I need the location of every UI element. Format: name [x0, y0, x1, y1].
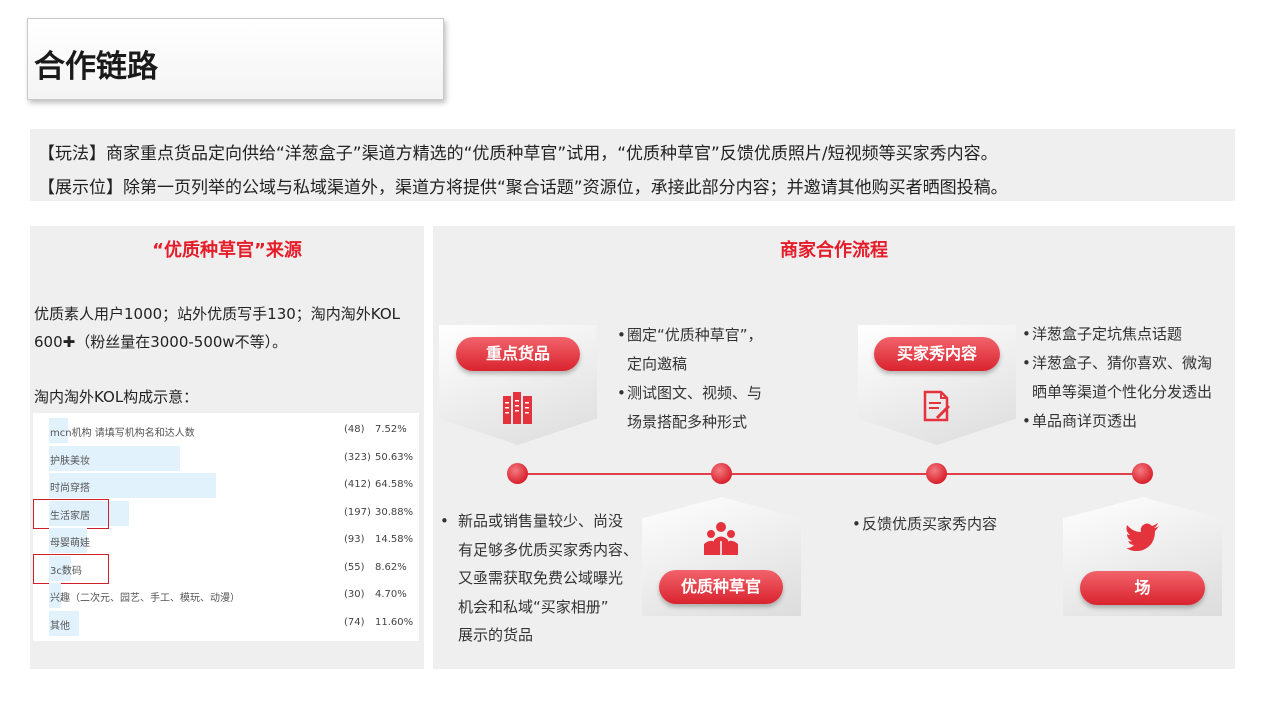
note-line: 展示的货品	[458, 626, 534, 644]
description-line-placement: 【展示位】除第一页列举的公域与私域渠道外，渠道方将提供“聚合话题”资源位，承接此…	[38, 178, 1008, 198]
kol-count: (197)	[344, 506, 371, 518]
feedback-notes: •反馈优质买家秀内容	[852, 515, 998, 533]
note-line: 晒单等渠道个性化分发透出	[1032, 383, 1213, 401]
timeline-dot-3	[926, 463, 947, 484]
kol-percent: 11.60%	[375, 616, 414, 628]
note-line: 机会和私域“买家相册”	[458, 597, 609, 616]
note-line: 反馈优质买家秀内容	[862, 515, 998, 533]
note-line: 单品商详页透出	[1032, 412, 1138, 430]
kol-count: (30)	[344, 589, 365, 600]
kol-count: (93)	[344, 534, 365, 545]
kol-row: 3c数码 (55) 8.62%	[33, 553, 419, 584]
note-line: 洋葱盒子、猜你喜欢、微淘	[1032, 354, 1213, 372]
note-line: 新品或销售量较少、尚没	[458, 512, 624, 530]
kol-category-label: mcn机构 请填写机构名和达人数	[50, 428, 195, 439]
source-panel-title: “优质种草官”来源	[152, 240, 302, 261]
kol-row: mcn机构 请填写机构名和达人数 (48) 7.52%	[33, 417, 419, 444]
venue-pill: 场	[1080, 571, 1205, 605]
bird-icon	[1126, 523, 1160, 555]
note-line: 场景搭配多种形式	[627, 413, 748, 431]
note-line: 圈定“优质种草官”，	[627, 326, 763, 344]
timeline-dot-2	[711, 463, 732, 484]
kol-count: (412)	[344, 479, 371, 490]
kol-percent: 50.63%	[375, 451, 414, 463]
kol-percent: 14.58%	[375, 534, 414, 545]
kol-percent: 30.88%	[375, 506, 414, 518]
process-timeline	[518, 473, 1142, 475]
note-line: 有足够多优质买家秀内容、	[458, 540, 639, 559]
kol-percent: 64.58%	[375, 479, 414, 490]
note-line: 测试图文、视频、与	[627, 384, 763, 402]
kol-row: 母婴萌娃 (93) 14.58%	[33, 527, 419, 554]
title-card: 合作链路	[27, 18, 444, 100]
kol-composition-label: 淘内淘外KOL构成示意：	[34, 388, 199, 406]
buyer-show-pill: 买家秀内容	[874, 337, 1000, 371]
kol-count: (323)	[344, 451, 371, 463]
kol-category-label: 母婴萌娃	[50, 538, 90, 549]
books-icon	[503, 392, 533, 428]
page-title: 合作链路	[34, 49, 158, 85]
timeline-dot-4	[1132, 463, 1153, 484]
highlight-box	[33, 553, 109, 584]
kol-row: 其他 (74) 11.60%	[33, 610, 419, 637]
kol-row: 兴趣（二次元、园艺、手工、模玩、动漫） (30) 4.70%	[33, 582, 419, 609]
kol-composition-table: mcn机构 请填写机构名和达人数 (48) 7.52% 护肤美妆 (323) 50.63%…	[33, 413, 419, 641]
key-goods-pill: 重点货品	[456, 337, 580, 371]
process-panel-title: 商家合作流程	[780, 240, 888, 261]
kol-row: 时尚穿搭 (412) 64.58%	[33, 472, 419, 499]
sources-text: 优质素人用户1000；站外优质写手130；淘内淘外KOL 600✚（粉丝量在30…	[34, 305, 400, 351]
timeline-dot-1	[507, 463, 528, 484]
note-line: 洋葱盒子定坑焦点话题	[1032, 325, 1183, 343]
kol-count: (74)	[344, 616, 365, 628]
description-band: 【玩法】商家重点货品定向供给“洋葱盒子”渠道方精选的“优质种草官”试用，“优质种…	[30, 129, 1235, 201]
buyer-show-notes: •洋葱盒子定坑焦点话题 •洋葱盒子、猜你喜欢、微淘 晒单等渠道个性化分发透出 •…	[1022, 325, 1213, 430]
people-icon	[703, 521, 739, 559]
document-icon	[923, 390, 951, 428]
kol-row: 护肤美妆 (323) 50.63%	[33, 445, 419, 472]
kol-percent: 4.70%	[375, 589, 407, 600]
kol-count: (48)	[344, 424, 365, 435]
kol-category-label: 其他	[50, 620, 70, 632]
kol-percent: 8.62%	[375, 561, 407, 573]
highlight-box	[33, 498, 109, 529]
kol-category-label: 时尚穿搭	[50, 483, 90, 494]
kol-percent: 7.52%	[375, 424, 407, 435]
seeding-officer-source-panel: “优质种草官”来源 优质素人用户1000；站外优质写手130；淘内淘外KOL 6…	[30, 226, 424, 669]
key-goods-notes: •圈定“优质种草官”， 定向邀稿 •测试图文、视频、与 场景搭配多种形式	[617, 326, 763, 431]
kol-category-label: 兴趣（二次元、园艺、手工、模玩、动漫）	[50, 593, 240, 604]
description-line-gameplay: 【玩法】商家重点货品定向供给“洋葱盒子”渠道方精选的“优质种草官”试用，“优质种…	[38, 144, 998, 164]
seeding-officer-pill: 优质种草官	[659, 570, 783, 604]
note-line: 又亟需获取免费公域曝光	[458, 569, 624, 587]
kol-count: (55)	[344, 561, 365, 573]
kol-row: 生活家居 (197) 30.88%	[33, 498, 419, 529]
product-selection-notes: • 新品或销售量较少、尚没 有足够多优质买家秀内容、 又亟需获取免费公域曝光 机会…	[440, 512, 639, 644]
note-line: 定向邀稿	[627, 355, 688, 373]
kol-category-label: 护肤美妆	[50, 455, 90, 467]
